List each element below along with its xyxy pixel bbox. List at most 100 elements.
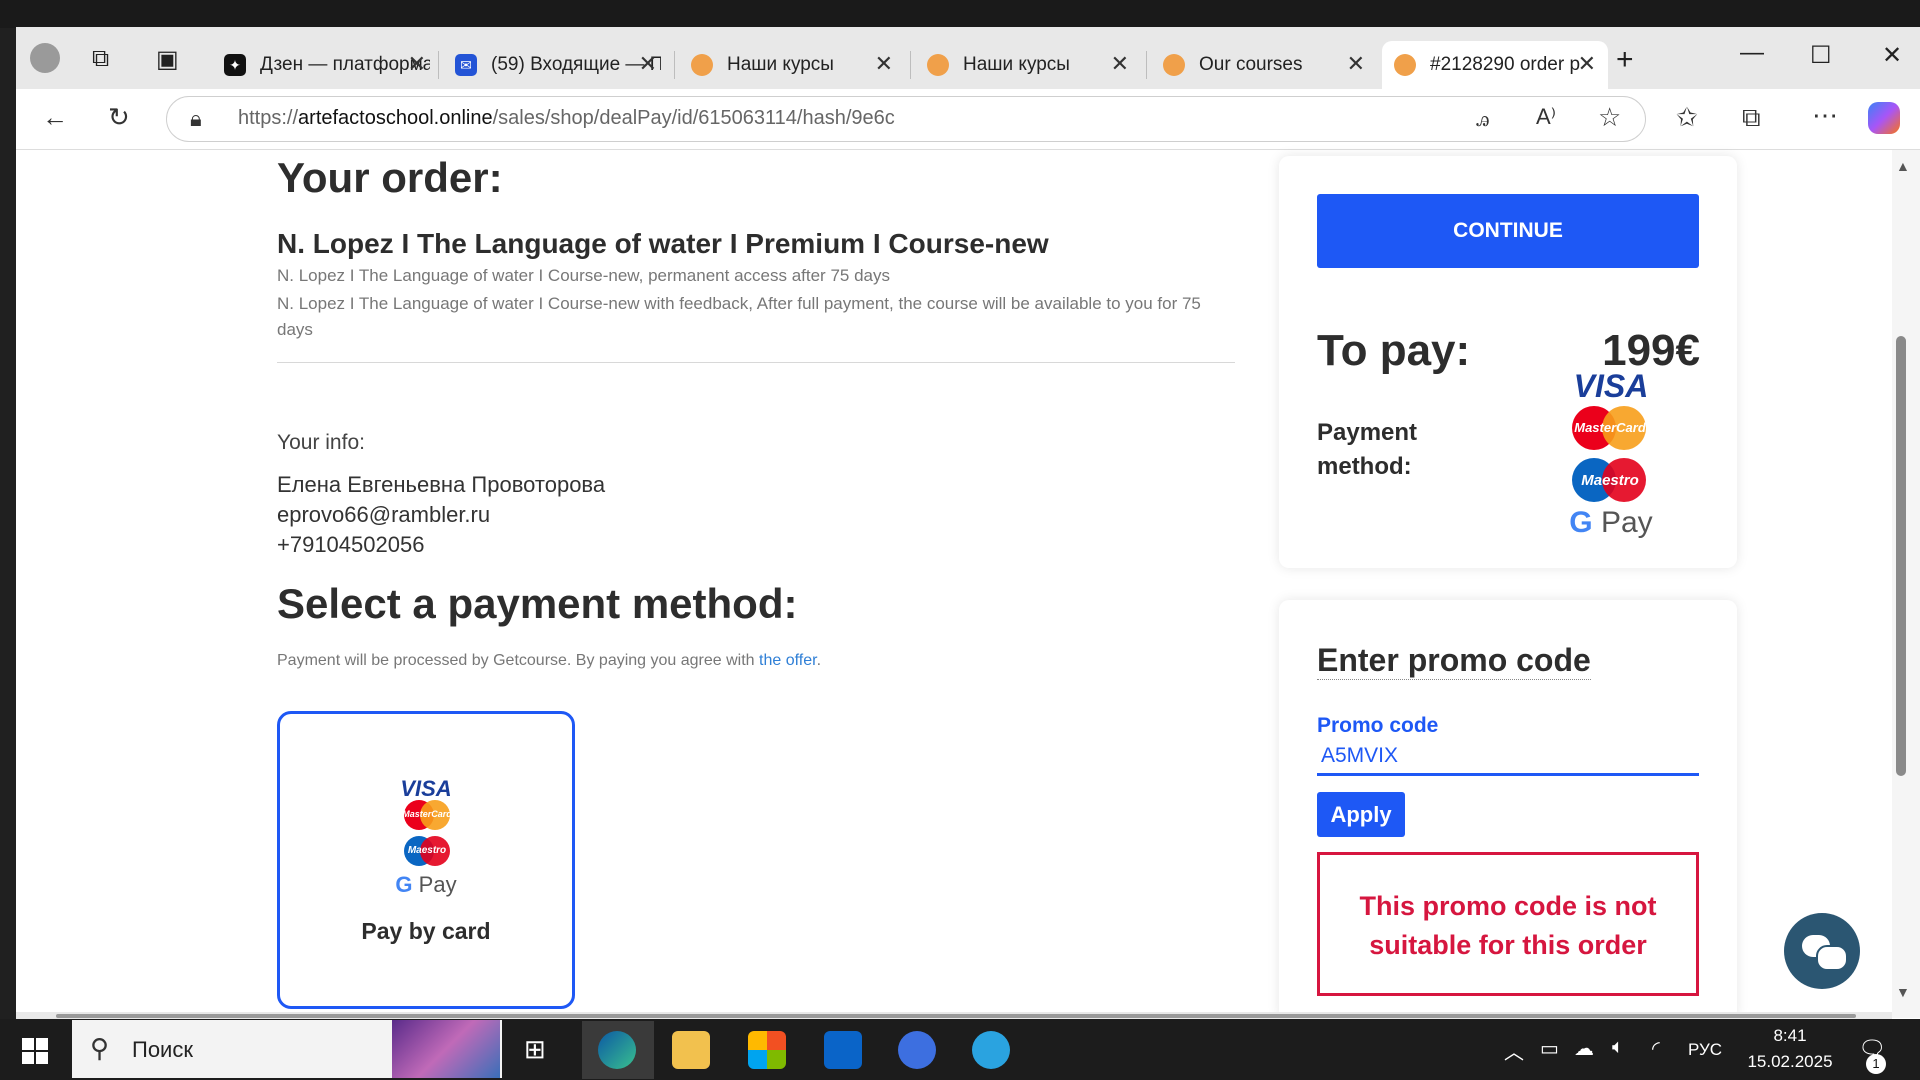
translate-icon[interactable]: ꭿ: [1476, 106, 1489, 132]
read-aloud-icon[interactable]: A⁾: [1536, 104, 1556, 130]
promo-error-text: This promo code is not suitable for this…: [1359, 891, 1657, 960]
meet-icon[interactable]: ▭: [1540, 1036, 1559, 1061]
clock-time[interactable]: 8:41: [1740, 1026, 1840, 1046]
tab-bar: ⧉ ▣ ✦ Дзен — платформа ✕ ✉ (59) Входящие…: [16, 27, 1920, 89]
outlook-icon[interactable]: [824, 1031, 862, 1069]
chat-button[interactable]: [1784, 913, 1860, 989]
pay-by-card-label: Pay by card: [361, 918, 491, 944]
close-icon[interactable]: ✕: [639, 53, 657, 75]
apply-button[interactable]: Apply: [1317, 792, 1405, 837]
search-icon: ⚲: [90, 1033, 110, 1063]
tab-separator: [674, 51, 675, 79]
edge-icon[interactable]: [598, 1031, 636, 1069]
order-line-2: N. Lopez I The Language of water I Cours…: [277, 294, 1201, 339]
close-icon[interactable]: ✕: [875, 53, 893, 75]
maestro-logo: Maestro: [1570, 458, 1650, 502]
file-explorer-icon[interactable]: [672, 1031, 710, 1069]
tab-mail[interactable]: ✉ (59) Входящие — Почта ✕: [443, 41, 669, 89]
lock-icon[interactable]: 🔒︎: [190, 106, 202, 132]
mail-icon: ✉: [455, 54, 477, 76]
search-placeholder: Поиск: [132, 1037, 193, 1062]
new-tab-icon[interactable]: +: [1616, 43, 1634, 77]
payment-method-heading: Select a payment method:: [277, 580, 798, 627]
volume-icon[interactable]: 🔈︎: [1612, 1036, 1624, 1059]
language-indicator[interactable]: РУС: [1688, 1040, 1722, 1060]
promo-input-value: A5MVIX: [1321, 744, 1399, 767]
customer-phone: +79104502056: [277, 532, 425, 557]
maximize-icon[interactable]: ☐: [1810, 41, 1832, 70]
copilot-icon[interactable]: [1868, 102, 1900, 134]
chevron-up-icon[interactable]: ︿: [1504, 1036, 1524, 1065]
mastercard-logo: MasterCard: [1570, 406, 1650, 450]
customer-name: Елена Евгеньевна Провоторова: [277, 472, 606, 497]
artefacto-icon: [1394, 54, 1416, 76]
customer-email: eprovo66@rambler.ru: [277, 502, 491, 527]
scrollbar-thumb[interactable]: [1896, 336, 1906, 776]
refresh-icon[interactable]: ↻: [108, 102, 130, 133]
to-pay-label: To pay:: [1317, 326, 1471, 375]
scroll-up-icon[interactable]: ▲: [1896, 158, 1910, 174]
maestro-logo: Maestro: [402, 836, 452, 866]
task-view-icon[interactable]: ⊞: [524, 1034, 546, 1065]
yandex-browser-icon[interactable]: [898, 1031, 936, 1069]
cloud-icon[interactable]: ☁: [1574, 1036, 1594, 1061]
screen-top-strip: [0, 0, 1920, 28]
visa-logo: VISA: [400, 776, 452, 801]
close-icon[interactable]: ✕: [1347, 53, 1365, 75]
payment-method-label: Payment method:: [1317, 419, 1418, 480]
url-text[interactable]: https://artefactoschool.online/sales/sho…: [238, 107, 895, 130]
windows-start-icon[interactable]: [22, 1038, 48, 1064]
taskbar-search[interactable]: ⚲ Поиск: [72, 1020, 502, 1078]
artefacto-icon: [1163, 54, 1185, 76]
tab-courses-2[interactable]: Наши курсы ✕: [915, 41, 1141, 89]
artefacto-icon: [691, 54, 713, 76]
promo-field-label: Promo code: [1317, 714, 1439, 737]
pay-by-card-option[interactable]: VISA MasterCard Maestro G Pay Pay by car…: [277, 711, 575, 1009]
order-heading: Your order:: [277, 154, 503, 201]
product-title: N. Lopez I The Language of water I Premi…: [277, 228, 1049, 259]
gpay-logo: G Pay: [395, 872, 457, 897]
workspaces-icon[interactable]: ⧉: [92, 45, 109, 73]
payment-note: Payment will be processed by Getcourse. …: [277, 652, 822, 669]
close-window-icon[interactable]: ✕: [1882, 41, 1902, 70]
gpay-logo: G Pay: [1569, 506, 1653, 539]
info-heading: Your info:: [277, 431, 365, 454]
tab-separator: [1146, 51, 1147, 79]
wifi-icon[interactable]: ◜: [1652, 1036, 1660, 1061]
tab-courses-1[interactable]: Наши курсы ✕: [679, 41, 905, 89]
vertical-tabs-icon[interactable]: ▣: [156, 45, 179, 74]
collections-icon[interactable]: ⧉: [1742, 102, 1761, 134]
promo-error-box: This promo code is not suitable for this…: [1317, 852, 1699, 996]
close-icon[interactable]: ✕: [1578, 53, 1596, 75]
notification-count: 1: [1866, 1054, 1886, 1074]
order-line-1: N. Lopez I The Language of water I Cours…: [277, 266, 890, 285]
horizontal-scrollbar-thumb[interactable]: [56, 1014, 1856, 1018]
minimize-icon[interactable]: —: [1740, 39, 1764, 67]
promo-heading: Enter promo code: [1317, 642, 1591, 680]
close-icon[interactable]: ✕: [408, 53, 426, 75]
artefacto-icon: [927, 54, 949, 76]
tab-separator: [438, 51, 439, 79]
dzen-icon: ✦: [224, 54, 246, 76]
profile-avatar-icon[interactable]: [30, 43, 60, 73]
scroll-down-icon[interactable]: ▼: [1896, 984, 1910, 1000]
tab-dzen[interactable]: ✦ Дзен — платформа ✕: [212, 41, 438, 89]
favorite-star-icon[interactable]: ☆: [1598, 102, 1621, 133]
more-menu-icon[interactable]: ⋯: [1812, 100, 1838, 131]
telegram-icon[interactable]: [972, 1031, 1010, 1069]
promo-input[interactable]: A5MVIX: [1317, 742, 1699, 776]
ms-store-icon[interactable]: [748, 1031, 786, 1069]
divider: [277, 362, 1235, 363]
tab-order-active[interactable]: #2128290 order p ✕: [1382, 41, 1608, 89]
back-icon[interactable]: ←: [42, 102, 68, 133]
tab-our-courses[interactable]: Our courses ✕: [1151, 41, 1377, 89]
clock-date[interactable]: 15.02.2025: [1740, 1052, 1840, 1072]
mastercard-logo: MasterCard: [402, 800, 452, 830]
offer-link[interactable]: the offer: [759, 652, 817, 669]
search-highlight-image: [392, 1020, 500, 1078]
tab-separator: [910, 51, 911, 79]
continue-button[interactable]: CONTINUE: [1317, 194, 1699, 268]
close-icon[interactable]: ✕: [1111, 53, 1129, 75]
visa-logo: VISA: [1573, 368, 1649, 404]
favorites-icon[interactable]: ✩: [1676, 102, 1698, 133]
